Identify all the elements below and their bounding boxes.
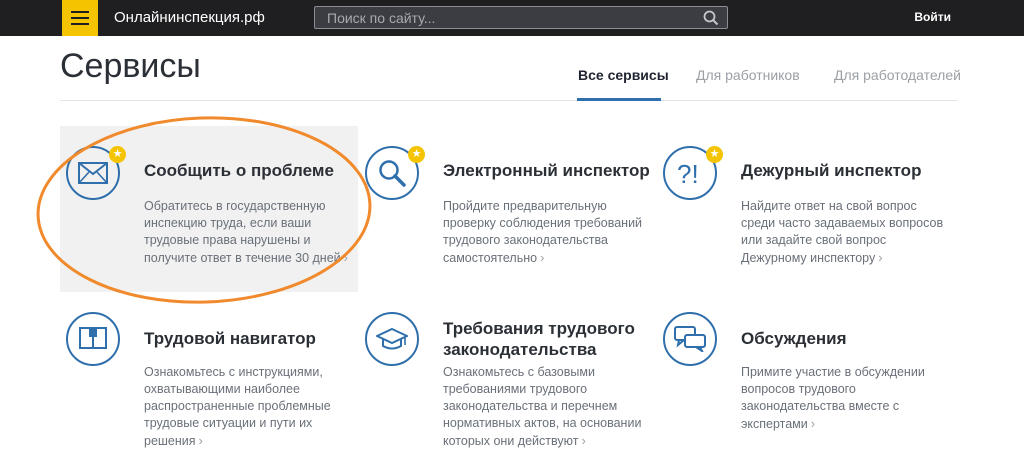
chevron-right-icon[interactable]: › [540,250,544,265]
chevron-right-icon[interactable]: › [199,433,203,448]
service-title[interactable]: Трудовой навигатор [144,328,316,349]
star-icon: ★ [408,146,425,163]
service-description: Пройдите предварительную проверку соблюд… [443,199,643,265]
service-description: Ознакомьтесь с инструкциями, охватывающи… [144,365,331,448]
service-title[interactable]: Требования трудового законодательства [443,318,635,360]
service-card-duty-inspector[interactable]: ?! ★ Дежурный инспектор Найдите ответ на… [657,126,955,292]
service-card-e-inspector[interactable]: ★ Электронный инспектор Пройдите предвар… [359,126,657,292]
service-card-labor-navigator[interactable]: Трудовой навигатор Ознакомьтесь с инстру… [60,292,358,458]
top-bar: Онлайнинспекция.рф Войти [0,0,1024,36]
site-name-link[interactable]: Онлайнинспекция.рф [114,9,265,26]
login-link[interactable]: Войти [914,10,951,24]
graduation-cap-icon [365,312,419,366]
chat-bubbles-icon [663,312,717,366]
hamburger-icon[interactable] [62,0,98,36]
tab-all-services[interactable]: Все сервисы [578,67,669,83]
tab-for-workers[interactable]: Для работников [696,67,800,83]
annotation-oval [36,116,372,304]
chevron-right-icon[interactable]: › [811,416,815,431]
tab-bar: Все сервисы Для работников Для работодат… [0,67,1024,103]
service-card-discussions[interactable]: Обсуждения Примите участие в обсуждении … [657,292,955,458]
search-icon[interactable] [703,10,719,26]
chevron-right-icon[interactable]: › [581,433,585,448]
book-icon [66,312,120,366]
service-card-legislation-requirements[interactable]: Требования трудового законодательства Оз… [359,292,657,458]
star-icon: ★ [706,146,723,163]
service-description: Ознакомьтесь с базовыми требованиями тру… [443,365,642,448]
active-tab-indicator [577,98,661,101]
service-description: Примите участие в обсуждении вопросов тр… [741,365,925,431]
tab-for-employers[interactable]: Для работодателей [834,67,961,83]
chevron-right-icon[interactable]: › [878,250,882,265]
search-input[interactable] [315,7,695,28]
service-title[interactable]: Дежурный инспектор [741,160,921,181]
svg-text:?!: ?! [677,159,699,187]
service-title[interactable]: Обсуждения [741,328,847,349]
service-description: Найдите ответ на свой вопрос среди часто… [741,199,944,265]
tabs-divider [60,100,958,101]
service-title[interactable]: Электронный инспектор [443,160,650,181]
search-box[interactable] [314,6,728,29]
